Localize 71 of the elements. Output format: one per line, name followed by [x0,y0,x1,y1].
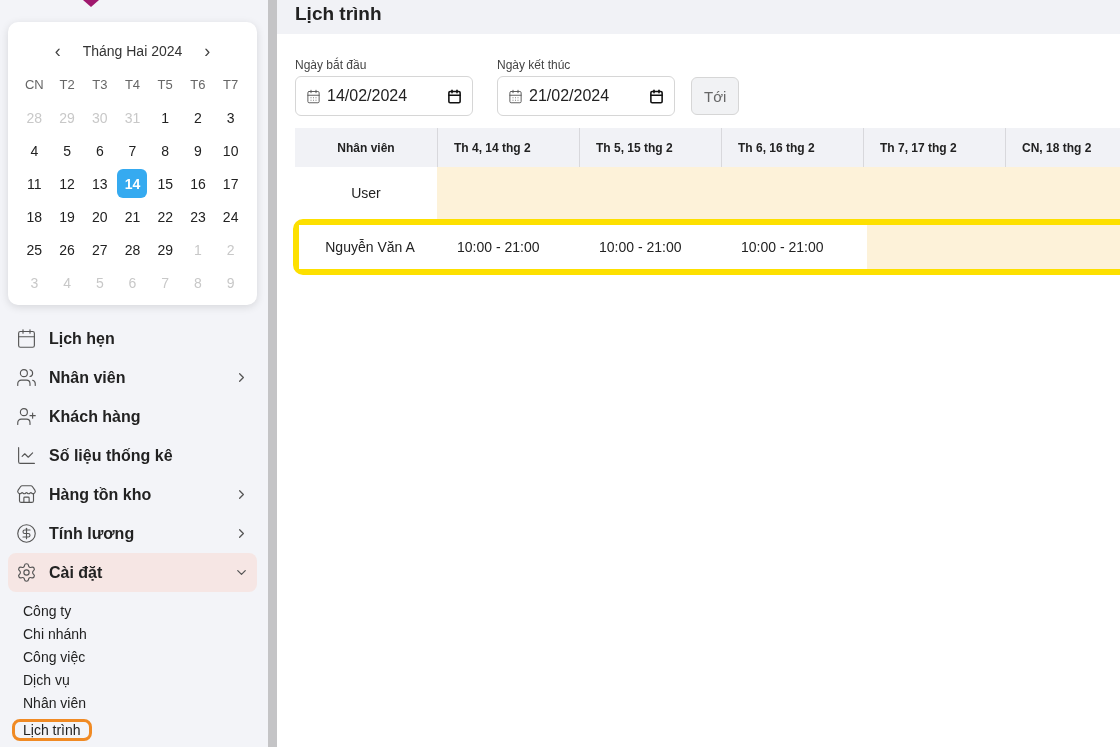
calendar-day[interactable]: 2 [182,103,213,132]
calendar-day[interactable]: 21 [117,202,148,231]
calendar-icon [508,88,523,104]
calendar-day[interactable]: 22 [150,202,181,231]
calendar-day[interactable]: 23 [182,202,213,231]
calendar-icon[interactable] [649,88,664,104]
sidebar-item[interactable]: Hàng tồn kho [8,475,257,514]
calendar-day[interactable]: 13 [84,169,115,198]
submenu-item[interactable]: Lịch trình [12,719,92,741]
sidebar-item[interactable]: Tính lương [8,514,257,553]
calendar-icon [16,328,37,349]
previous-month-button[interactable]: ‹ [50,40,65,62]
calendar-day[interactable]: 16 [182,169,213,198]
weekday-label: T4 [123,76,142,94]
weekday-label: T3 [91,76,109,94]
store-icon [16,484,37,505]
submenu-item[interactable]: Nhân viên [23,692,93,715]
calendar-day[interactable]: 6 [84,136,115,165]
calendar-day[interactable]: 28 [117,235,148,264]
submenu-item[interactable]: Dịch vụ [23,669,76,692]
weekday-label: T6 [189,76,207,94]
calendar-day[interactable]: 5 [52,136,83,165]
calendar-day[interactable]: 3 [215,103,246,132]
calendar-day[interactable]: 25 [19,235,50,264]
calendar-day[interactable]: 8 [150,136,181,165]
sidebar-item[interactable]: Số liệu thống kê [8,436,257,475]
logo-icon [81,0,101,8]
calendar-day[interactable]: 17 [215,169,246,198]
weekday-label: CN [23,76,45,94]
field-label: Ngày kết thúc [497,58,572,72]
calendar-day[interactable]: 12 [52,169,83,198]
settings-icon [16,562,37,583]
calendar-day[interactable]: 7 [117,136,148,165]
weekday-label: T5 [156,76,174,94]
sidebar-item[interactable]: Nhân viên [8,358,257,397]
calendar-day[interactable]: 29 [150,235,181,264]
calendar-icon [306,88,321,104]
calendar-day[interactable]: 10 [215,136,246,165]
go-button[interactable]: Tới [691,77,740,115]
date-field[interactable]: 14/02/2024 [295,76,473,116]
month-title: Tháng Hai 2024 [82,43,183,59]
calendar-day[interactable]: 24 [215,202,246,231]
submenu-item[interactable]: Công việc [23,646,92,669]
calendar-day[interactable]: 19 [52,202,83,231]
dollar-icon [16,523,37,544]
scrollbar[interactable] [268,0,277,747]
weekday-label: T2 [58,76,76,94]
calendar-day[interactable]: 27 [84,235,115,264]
calendar-day[interactable]: 26 [52,235,83,264]
sidebar-item[interactable]: Lịch hẹn [8,319,257,358]
submenu-item[interactable]: Chi nhánh [23,623,93,646]
page-title: Lịch trình [295,3,382,25]
calendar-day[interactable]: 18 [19,202,50,231]
chart-icon [16,445,37,466]
calendar-day[interactable]: 1 [150,103,181,132]
calendar-day[interactable]: 4 [19,136,50,165]
next-month-button[interactable]: › [200,40,215,62]
calendar-day[interactable]: 20 [84,202,115,231]
users-icon [16,367,37,388]
sidebar-item[interactable]: Khách hàng [8,397,257,436]
column-header: Nhân viên [336,139,396,157]
weekday-label: T7 [222,76,240,94]
submenu-item[interactable]: Công ty [23,600,78,623]
calendar-day[interactable]: 11 [19,169,50,198]
calendar-day[interactable]: 9 [182,136,213,165]
date-field[interactable]: 21/02/2024 [497,76,675,116]
calendar-icon[interactable] [447,88,462,104]
user-plus-icon [16,406,37,427]
field-label: Ngày bắt đầu [295,58,368,72]
sidebar-item[interactable]: Cài đặt [8,553,257,592]
calendar-day[interactable]: 15 [150,169,181,198]
